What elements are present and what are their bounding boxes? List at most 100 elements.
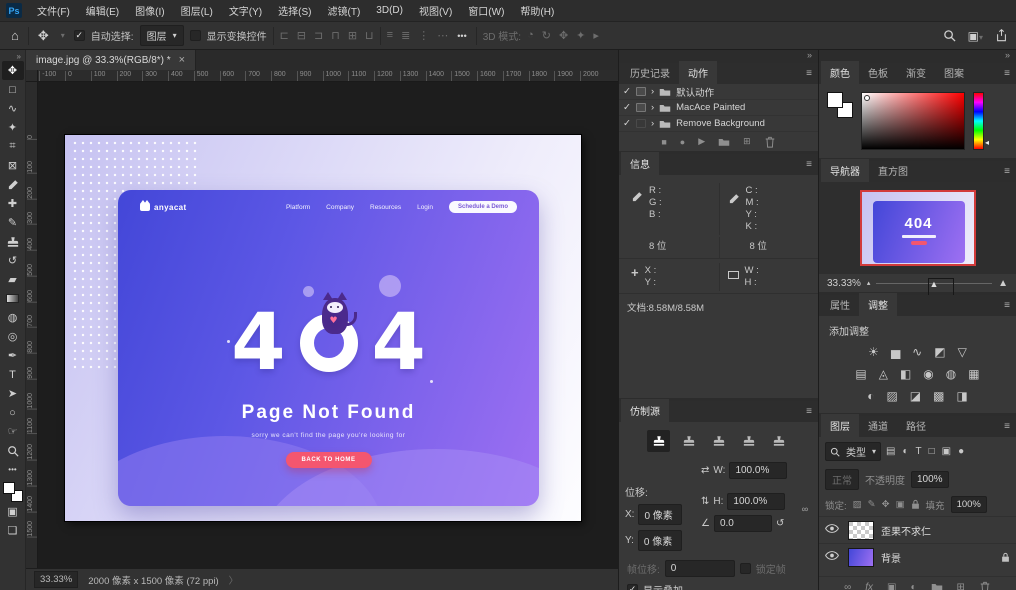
delete-icon[interactable] xyxy=(764,136,776,148)
blur-tool[interactable]: ◍ xyxy=(2,308,24,327)
move-tool-icon[interactable]: ✥ xyxy=(35,28,52,44)
more-options-icon[interactable]: ••• xyxy=(454,31,469,41)
lock-pixels-icon[interactable]: ✎ xyxy=(868,499,876,510)
color-swatch-pair[interactable] xyxy=(827,92,853,118)
add-adjustment-layer-icon[interactable]: ◐ xyxy=(910,582,916,590)
marquee-tool[interactable]: □ xyxy=(2,80,24,99)
tab-color[interactable]: 颜色 xyxy=(821,61,859,84)
menu-file[interactable]: 文件(F) xyxy=(30,1,77,20)
clone-stamp-tool[interactable] xyxy=(2,232,24,251)
clone-source-4-icon[interactable] xyxy=(737,430,760,452)
expand-arrow-icon[interactable]: › xyxy=(651,118,654,129)
action-check-icon[interactable]: ✓ xyxy=(623,118,631,129)
layer-thumbnail[interactable] xyxy=(848,548,874,567)
lock-artboard-icon[interactable]: ▣ xyxy=(896,499,905,510)
menu-window[interactable]: 窗口(W) xyxy=(461,1,511,20)
menu-help[interactable]: 帮助(H) xyxy=(513,1,561,20)
eyedropper-tool[interactable] xyxy=(2,175,24,194)
brush-tool[interactable]: ✎ xyxy=(2,213,24,232)
blend-mode-dropdown[interactable]: 正常 xyxy=(825,469,859,490)
record-icon[interactable]: ● xyxy=(680,137,685,147)
align-right-icon[interactable]: ⊐ xyxy=(314,29,323,42)
layer-visibility-icon[interactable] xyxy=(825,550,841,564)
filter-pixel-layers-icon[interactable]: ▤ xyxy=(886,446,895,457)
3d-pan-icon[interactable]: ✥ xyxy=(559,29,568,42)
channel-mixer-icon[interactable]: ◍ xyxy=(946,367,956,381)
panel-menu-icon[interactable]: ≡ xyxy=(1004,68,1010,79)
delete-layer-icon[interactable] xyxy=(979,581,991,590)
exposure-icon[interactable]: ◩ xyxy=(934,345,945,359)
photo-filter-icon[interactable]: ◉ xyxy=(923,367,933,381)
add-mask-icon[interactable]: ▣ xyxy=(887,582,896,590)
lock-position-icon[interactable]: ✥ xyxy=(882,499,890,510)
show-overlay-checkbox[interactable]: ✓ xyxy=(627,584,638,590)
lock-all-icon[interactable] xyxy=(911,499,920,510)
clone-source-5-icon[interactable] xyxy=(767,430,790,452)
reset-transform-icon[interactable]: ↺ xyxy=(776,518,784,529)
tab-histogram[interactable]: 直方图 xyxy=(869,159,917,182)
action-check-icon[interactable]: ✓ xyxy=(623,102,631,113)
auto-select-dropdown[interactable]: 图层▾ xyxy=(140,25,184,46)
panel-menu-icon[interactable]: ≡ xyxy=(1004,166,1010,177)
color-lookup-icon[interactable]: ▦ xyxy=(968,367,979,381)
flip-horizontal-icon[interactable]: ⇄ xyxy=(701,465,709,476)
expand-arrow-icon[interactable]: › xyxy=(651,102,654,113)
dodge-tool[interactable]: ◎ xyxy=(2,327,24,346)
frame-offset-field[interactable]: 0 xyxy=(665,560,735,577)
quick-mask-icon[interactable]: ▣ xyxy=(2,502,24,521)
layer-filter-dropdown[interactable]: 类型 ▾ xyxy=(825,442,881,461)
3d-roll-icon[interactable]: ↻ xyxy=(542,29,551,42)
layer-row-top[interactable]: 歪果不求仁 xyxy=(819,516,1016,543)
panel-menu-icon[interactable]: ≡ xyxy=(806,406,812,417)
align-hcenter-icon[interactable]: ⊟ xyxy=(297,29,306,42)
invert-icon[interactable]: ◐ xyxy=(867,389,874,403)
foreground-color-swatch[interactable] xyxy=(3,482,15,494)
path-selection-tool[interactable]: ➤ xyxy=(2,384,24,403)
tab-history[interactable]: 历史记录 xyxy=(621,61,679,84)
workspace-switcher-icon[interactable]: ▣▾ xyxy=(968,29,983,43)
show-transform-checkbox[interactable] xyxy=(190,30,201,41)
navigator-zoom-value[interactable]: 33.33% xyxy=(827,278,861,289)
opacity-field[interactable]: 100% xyxy=(911,471,949,488)
dialog-toggle-icon[interactable] xyxy=(636,87,646,96)
new-group-icon[interactable] xyxy=(931,581,943,590)
tab-actions[interactable]: 动作 xyxy=(679,61,717,84)
action-item-macace[interactable]: ✓ › MacAce Painted xyxy=(619,100,818,116)
quick-selection-tool[interactable]: ✦ xyxy=(2,118,24,137)
new-action-icon[interactable]: ⊞ xyxy=(743,136,751,147)
distribute-4-icon[interactable]: ⋯ xyxy=(437,29,448,42)
toolbar-collapse-icon[interactable]: » xyxy=(17,52,25,61)
tab-layers[interactable]: 图层 xyxy=(821,414,859,437)
filter-shape-layers-icon[interactable]: □ xyxy=(929,446,935,457)
distribute-2-icon[interactable]: ≣ xyxy=(401,29,410,42)
levels-icon[interactable]: ▅ xyxy=(891,345,900,359)
dialog-toggle-icon[interactable] xyxy=(636,119,646,128)
panel-collapse-icon[interactable]: » xyxy=(619,50,818,60)
color-balance-icon[interactable]: ◬ xyxy=(879,367,888,381)
menu-3d[interactable]: 3D(D) xyxy=(369,3,410,18)
maintain-aspect-icon[interactable]: ∞ xyxy=(802,504,808,514)
navigator-preview[interactable]: 404 xyxy=(819,182,1016,274)
panel-menu-icon[interactable]: ≡ xyxy=(806,159,812,170)
angle-field[interactable]: 0.0 xyxy=(714,515,772,532)
tool-preset-chevron-icon[interactable]: ▾ xyxy=(58,31,68,40)
gradient-tool[interactable] xyxy=(2,289,24,308)
filter-type-layers-icon[interactable]: T xyxy=(916,446,922,457)
panel-menu-icon[interactable]: ≡ xyxy=(806,68,812,79)
lock-transparent-icon[interactable]: ▨ xyxy=(853,499,862,510)
hand-tool[interactable]: ☞ xyxy=(2,422,24,441)
menu-filter[interactable]: 滤镜(T) xyxy=(321,1,368,20)
info-bit-depth[interactable]: 8 位 xyxy=(619,237,719,259)
layer-name[interactable]: 歪果不求仁 xyxy=(881,523,931,538)
layer-thumbnail[interactable] xyxy=(848,521,874,540)
layer-style-icon[interactable]: fx xyxy=(865,582,873,590)
3d-slide-icon[interactable]: ✦ xyxy=(576,29,585,42)
menu-edit[interactable]: 编辑(E) xyxy=(79,1,126,20)
stop-icon[interactable]: ■ xyxy=(661,137,666,147)
lock-frame-checkbox[interactable] xyxy=(740,563,751,574)
tab-patterns[interactable]: 图案 xyxy=(935,61,973,84)
tab-paths[interactable]: 路径 xyxy=(897,414,935,437)
zoom-in-icon[interactable]: ▲ xyxy=(998,278,1008,289)
threshold-icon[interactable]: ◪ xyxy=(910,389,921,403)
zoom-out-icon[interactable]: ▴ xyxy=(867,279,871,287)
